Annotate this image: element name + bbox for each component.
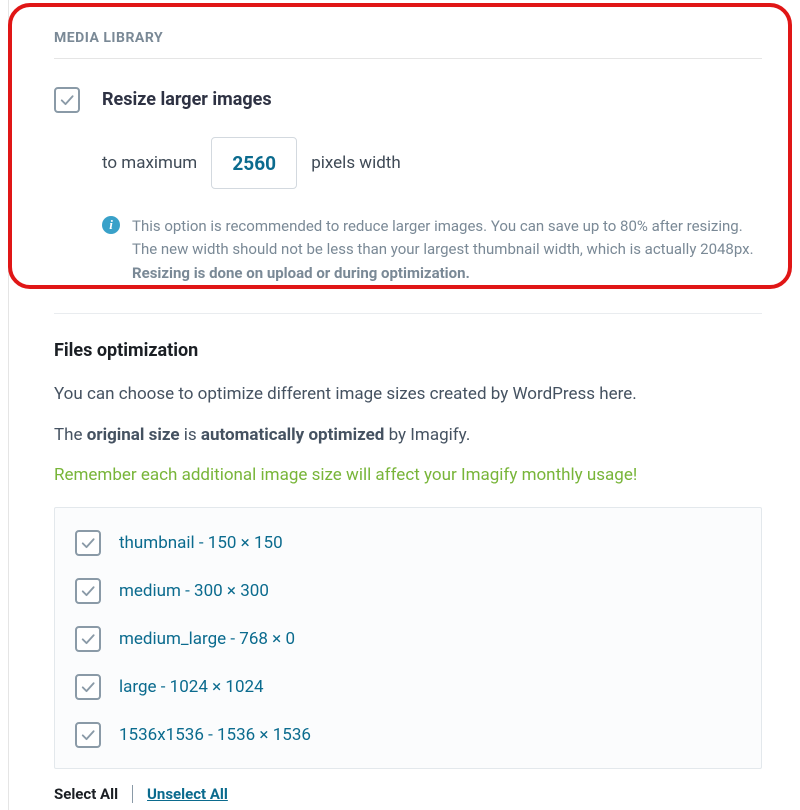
checkmark-icon [79,678,97,696]
size-row: 1536x1536 - 1536 × 1536 [75,722,741,748]
size-label: medium_large - 768 × 0 [119,629,295,649]
txt-post: by Imagify. [384,425,470,445]
size-checkbox-large[interactable] [75,674,101,700]
resize-info-text: This option is recommended to reduce lar… [132,215,762,285]
files-intro: You can choose to optimize different ima… [54,381,762,408]
size-row: thumbnail - 150 × 150 [75,530,741,556]
txt: The [54,425,87,445]
resize-label: Resize larger images [102,87,272,110]
resize-suffix: pixels width [311,153,401,173]
settings-page: MEDIA LIBRARY Resize larger images to ma… [0,0,800,810]
txt-mid: is [180,425,201,445]
select-all-link[interactable]: Select All [54,785,118,803]
size-checkbox-medium[interactable] [75,578,101,604]
size-label: medium - 300 × 300 [119,581,269,601]
section-title: MEDIA LIBRARY [54,30,762,59]
size-checkbox-medium-large[interactable] [75,626,101,652]
resize-info-row: i This option is recommended to reduce l… [102,215,762,285]
unselect-all-link[interactable]: Unselect All [147,785,228,803]
size-label: 1536x1536 - 1536 × 1536 [119,725,311,745]
resize-prefix: to maximum [102,153,197,173]
checkmark-icon [79,726,97,744]
txt-b1: original size [87,425,180,445]
files-original-line: The original size is automatically optim… [54,422,762,449]
separator [132,785,133,803]
checkmark-icon [79,630,97,648]
select-controls-row: Select All Unselect All [54,785,762,803]
size-checkbox-thumbnail[interactable] [75,530,101,556]
size-checkbox-1536[interactable] [75,722,101,748]
max-width-input[interactable] [211,137,297,189]
resize-option-row: Resize larger images [54,87,762,113]
resize-dimensions-row: to maximum pixels width [102,137,762,189]
txt-b2: automatically optimized [201,425,384,445]
files-title: Files optimization [54,340,762,361]
resize-checkbox[interactable] [54,87,80,113]
size-label: large - 1024 × 1024 [119,677,264,697]
sizes-panel: thumbnail - 150 × 150 medium - 300 × 300… [54,507,762,769]
checkmark-icon [79,534,97,552]
settings-panel: MEDIA LIBRARY Resize larger images to ma… [8,0,792,810]
size-row: medium - 300 × 300 [75,578,741,604]
resize-info-text-body: This option is recommended to reduce lar… [132,217,754,258]
section-divider [54,313,762,314]
checkmark-icon [79,582,97,600]
resize-info-bold: Resizing is done on upload or during opt… [132,264,470,282]
size-row: large - 1024 × 1024 [75,674,741,700]
files-usage-warning: Remember each additional image size will… [54,463,762,489]
checkmark-icon [58,91,76,109]
size-row: medium_large - 768 × 0 [75,626,741,652]
info-icon: i [102,216,120,234]
size-label: thumbnail - 150 × 150 [119,533,283,553]
